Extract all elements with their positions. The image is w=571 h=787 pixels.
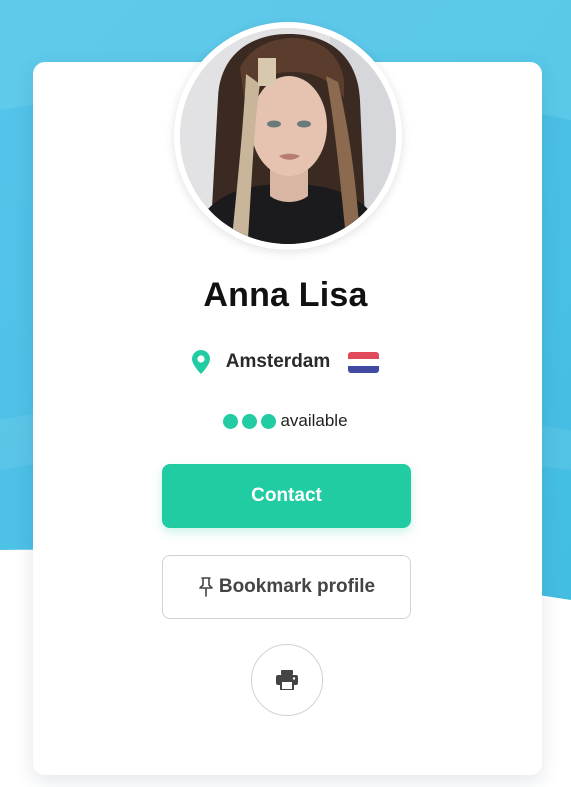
print-button[interactable] xyxy=(251,644,323,716)
location-city: Amsterdam xyxy=(225,351,331,372)
availability-status: available xyxy=(0,409,571,433)
bookmark-profile-button[interactable]: Bookmark profile xyxy=(162,555,411,619)
contact-button[interactable]: Contact xyxy=(162,464,411,528)
push-pin-icon xyxy=(199,577,213,597)
avatar-frame xyxy=(174,22,402,250)
profile-location: Amsterdam xyxy=(0,347,571,377)
profile-name: Anna Lisa xyxy=(203,276,368,314)
status-dot xyxy=(261,413,277,429)
netherlands-flag-icon xyxy=(348,351,380,373)
avatar xyxy=(180,28,396,244)
printer-icon xyxy=(276,670,298,690)
map-pin-icon xyxy=(191,350,210,374)
bookmark-button-label: Bookmark profile xyxy=(218,576,376,597)
status-label: available xyxy=(280,411,348,430)
status-dot xyxy=(242,413,258,429)
avatar-portrait xyxy=(180,28,396,244)
status-dot xyxy=(223,413,239,429)
contact-button-label: Contact xyxy=(251,485,322,506)
